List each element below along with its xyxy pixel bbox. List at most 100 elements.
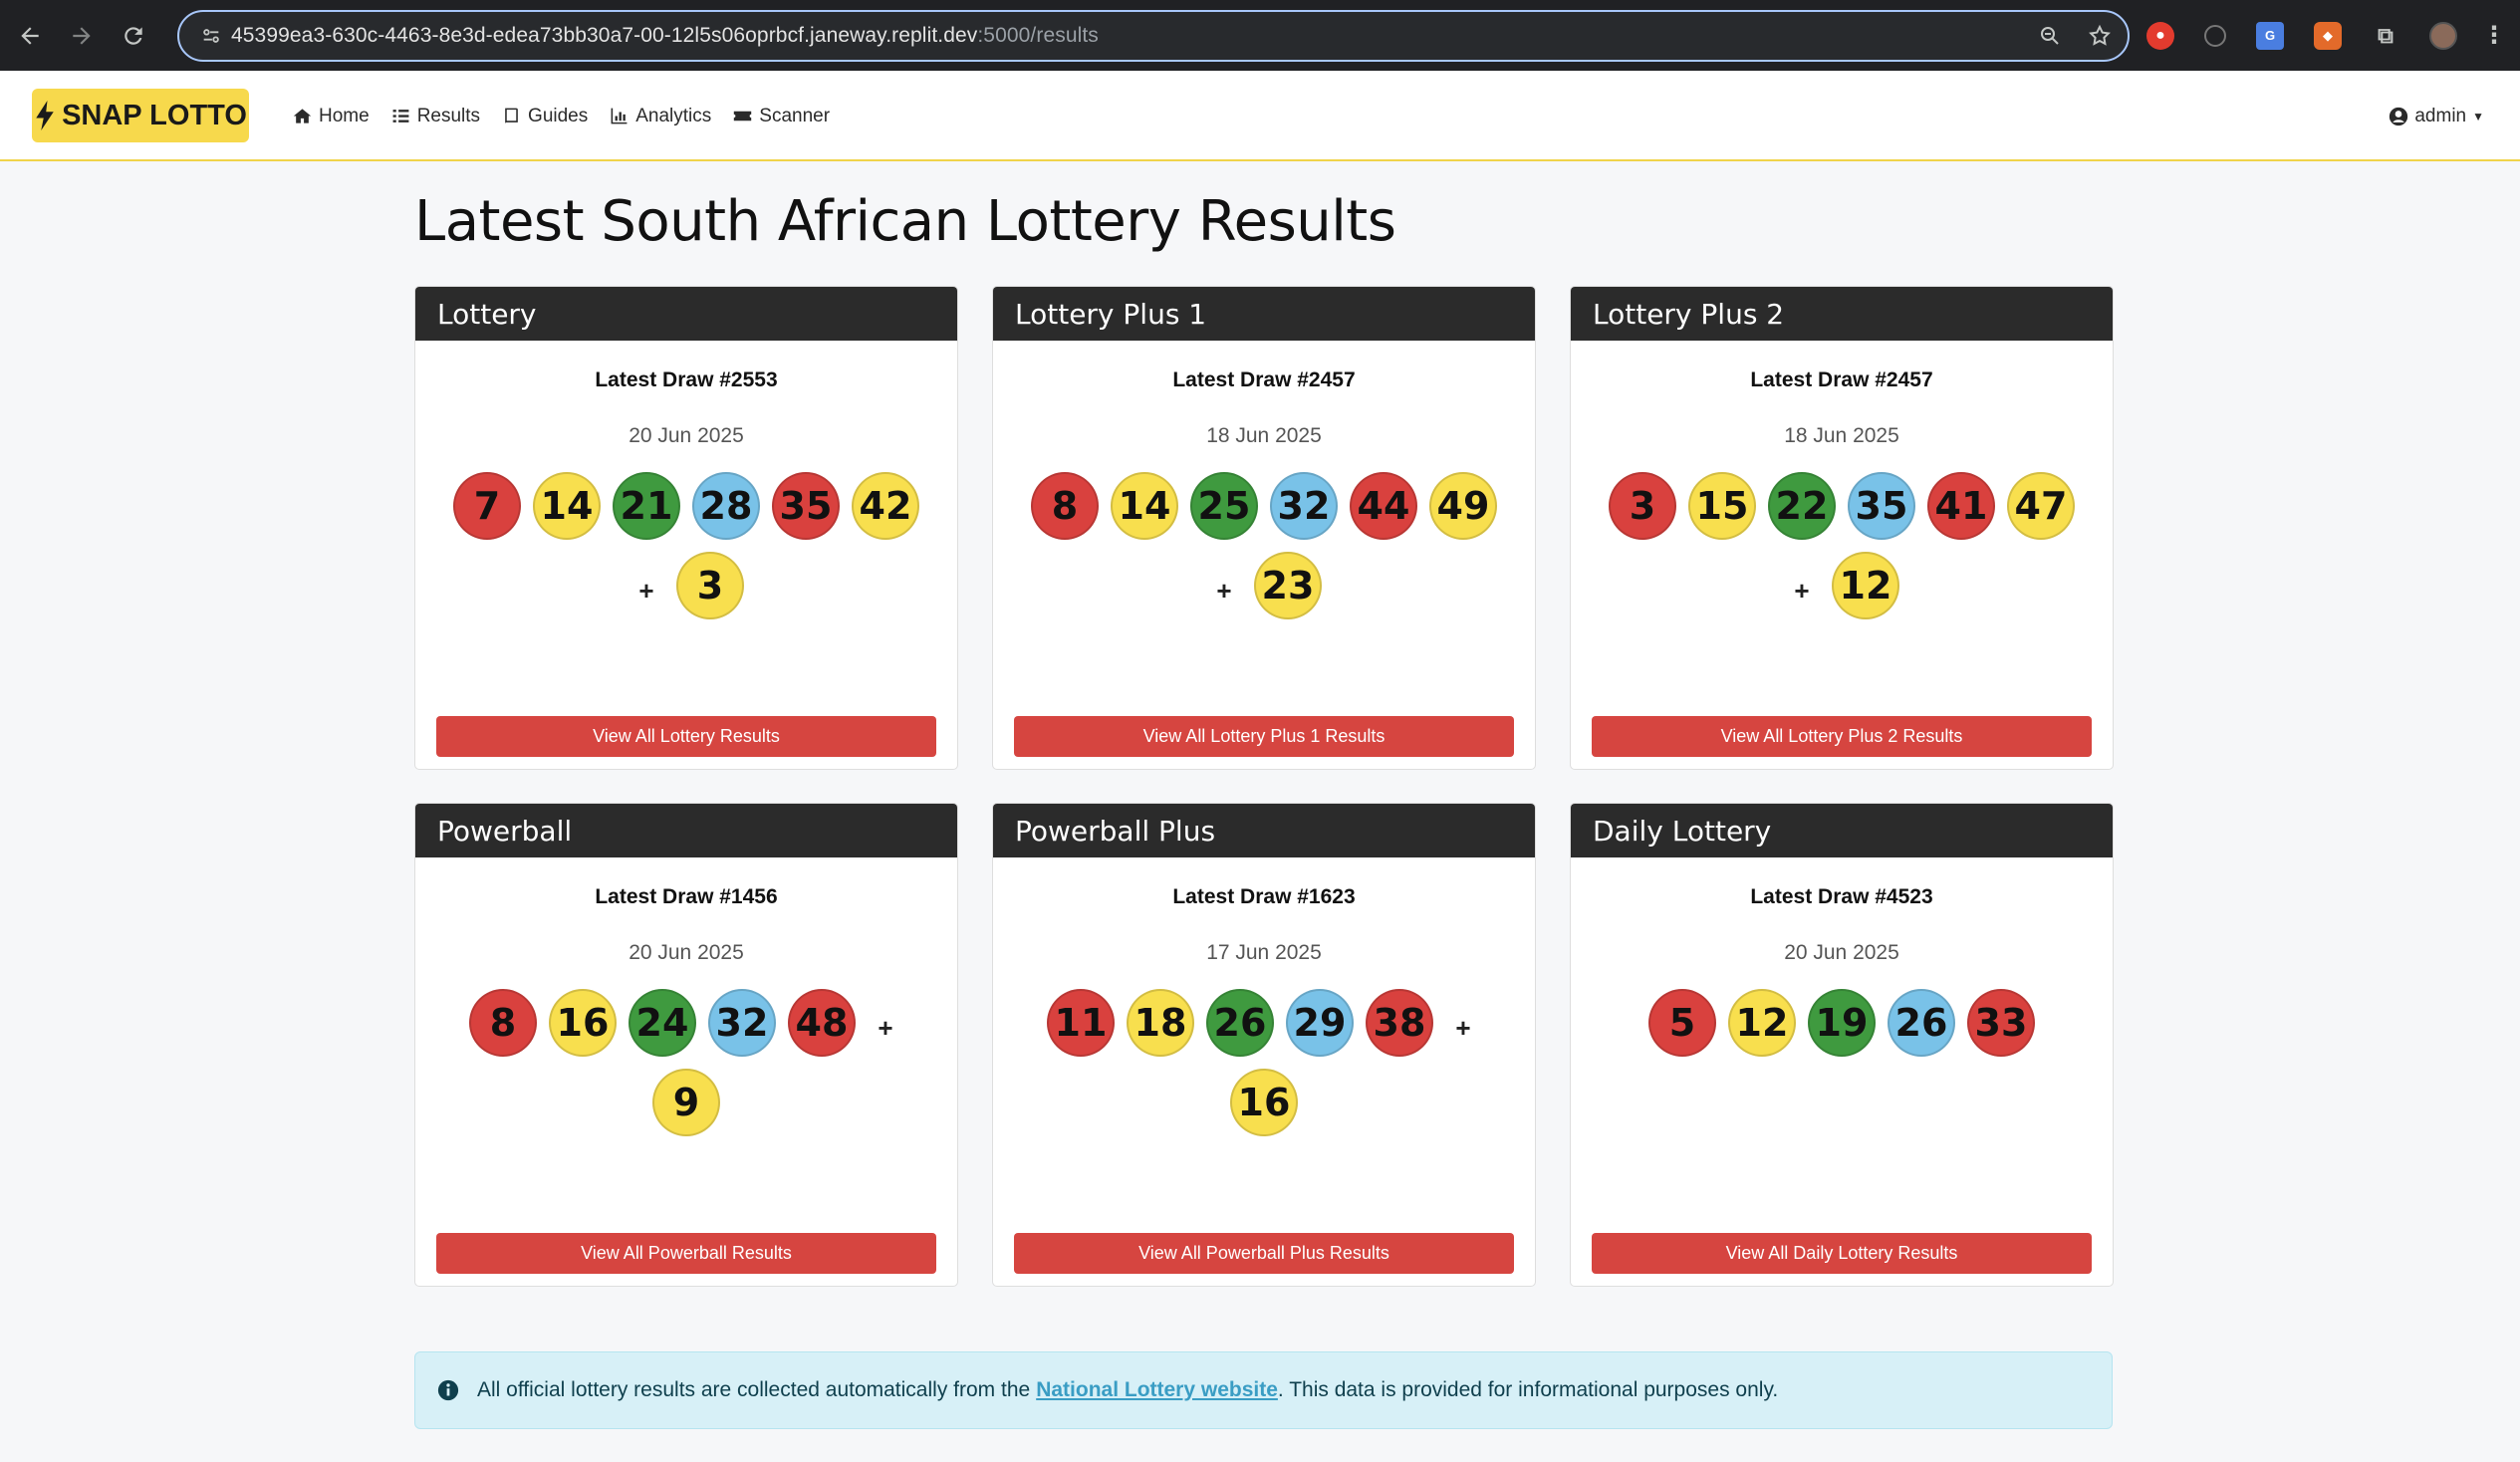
draw-number: Latest Draw #2457 [1750, 368, 1933, 391]
national-lottery-link[interactable]: National Lottery website [1036, 1378, 1278, 1402]
lottery-ball: 14 [533, 472, 601, 540]
lottery-ball: 44 [1350, 472, 1417, 540]
profile-avatar[interactable] [2429, 21, 2457, 50]
lottery-ball: 12 [1728, 989, 1796, 1057]
menu-dots-icon[interactable]: ⋮ [2482, 22, 2506, 50]
lottery-ball: 14 [1111, 472, 1178, 540]
lottery-ball: 28 [692, 472, 760, 540]
lottery-ball: 16 [549, 989, 617, 1057]
ticket-icon [734, 111, 752, 122]
lottery-ball: 21 [613, 472, 680, 540]
draw-number: Latest Draw #1623 [1172, 885, 1356, 908]
bonus-plus-sign: + [878, 1012, 893, 1043]
view-results-button[interactable]: View All Daily Lottery Results [1592, 1233, 2092, 1274]
user-menu[interactable]: admin ▼ [2389, 71, 2484, 161]
bookmark-star-icon[interactable] [2088, 24, 2112, 48]
bonus-plus-sign: + [1794, 575, 1810, 606]
back-button[interactable] [8, 14, 52, 58]
lottery-ball: 22 [1768, 472, 1836, 540]
reload-button[interactable] [112, 14, 155, 58]
card-title: Daily Lottery [1571, 804, 2113, 857]
brand-text: SNAP LOTTO [62, 99, 247, 131]
lottery-ball: 3 [1609, 472, 1676, 540]
draw-number: Latest Draw #1456 [595, 885, 778, 908]
draw-number: Latest Draw #2457 [1172, 368, 1356, 391]
result-card: Lottery Plus 2 Latest Draw #2457 18 Jun … [1570, 286, 2114, 770]
lottery-ball: 26 [1888, 989, 1955, 1057]
lottery-ball: 32 [1270, 472, 1338, 540]
site-settings-icon[interactable] [191, 25, 231, 47]
bonus-ball: 12 [1832, 552, 1899, 619]
chart-icon [611, 108, 628, 124]
view-results-button[interactable]: View All Lottery Results [436, 716, 936, 757]
lottery-ball: 24 [629, 989, 696, 1057]
card-title: Powerball [415, 804, 957, 857]
nav-home-label: Home [319, 105, 370, 126]
lottery-ball: 7 [453, 472, 521, 540]
extension-red-icon[interactable]: ● [2146, 21, 2174, 50]
lottery-ball: 29 [1286, 989, 1354, 1057]
fox-extension-icon[interactable]: ◆ [2314, 21, 2342, 50]
app-navbar: SNAP LOTTO Home Results Guides Analytics… [0, 71, 2520, 161]
ball-row: 7 14 21 28 35 42 +3 [415, 472, 957, 619]
translate-extension-icon[interactable]: G [2256, 21, 2284, 50]
lottery-ball: 18 [1127, 989, 1194, 1057]
lottery-ball: 19 [1808, 989, 1876, 1057]
lottery-ball: 32 [708, 989, 776, 1057]
user-circle-icon [2390, 107, 2408, 125]
draw-date: 20 Jun 2025 [629, 424, 744, 447]
lottery-ball: 5 [1648, 989, 1716, 1057]
url-text: 45399ea3-630c-4463-8e3d-edea73bb30a7-00-… [231, 24, 1099, 47]
nav-guides[interactable]: Guides [502, 106, 588, 127]
view-results-button[interactable]: View All Powerball Results [436, 1233, 936, 1274]
lottery-ball: 41 [1927, 472, 1995, 540]
brand-logo[interactable]: SNAP LOTTO [32, 89, 249, 142]
lottery-ball: 33 [1967, 989, 2035, 1057]
zoom-icon[interactable] [2038, 24, 2062, 48]
info-text-suffix: . This data is provided for informationa… [1277, 1378, 1779, 1401]
result-card: Powerball Latest Draw #1456 20 Jun 2025 … [414, 803, 958, 1287]
bonus-plus-sign: + [1216, 575, 1232, 606]
result-card: Powerball Plus Latest Draw #1623 17 Jun … [992, 803, 1536, 1287]
lottery-ball: 11 [1047, 989, 1115, 1057]
nav-guides-label: Guides [528, 105, 589, 126]
lottery-ball: 49 [1429, 472, 1497, 540]
view-results-button[interactable]: View All Lottery Plus 1 Results [1014, 716, 1514, 757]
draw-date: 18 Jun 2025 [1784, 424, 1899, 447]
bonus-ball: 9 [652, 1069, 720, 1136]
extension-circle-icon[interactable] [2204, 24, 2226, 47]
ball-row: 3 15 22 35 41 47 +12 [1571, 472, 2113, 619]
book-icon [505, 108, 518, 124]
address-bar[interactable]: 45399ea3-630c-4463-8e3d-edea73bb30a7-00-… [177, 10, 2130, 62]
lottery-ball: 35 [772, 472, 840, 540]
card-title: Lottery [415, 287, 957, 341]
browser-toolbar: 45399ea3-630c-4463-8e3d-edea73bb30a7-00-… [0, 0, 2520, 71]
page-title: Latest South African Lottery Results [414, 189, 1396, 254]
view-results-button[interactable]: View All Lottery Plus 2 Results [1592, 716, 2092, 757]
nav-home[interactable]: Home [293, 106, 370, 127]
ball-row: 11 18 26 29 38 +16 [993, 989, 1535, 1136]
nav-analytics[interactable]: Analytics [610, 106, 711, 127]
bonus-ball: 3 [676, 552, 744, 619]
result-card: Lottery Latest Draw #2553 20 Jun 2025 71… [414, 286, 958, 770]
bonus-plus-sign: + [638, 575, 654, 606]
caret-down-icon: ▼ [2472, 109, 2484, 123]
lottery-ball: 42 [852, 472, 919, 540]
nav-scanner-label: Scanner [759, 105, 831, 126]
reload-icon [125, 26, 142, 45]
ball-row: 5 12 19 26 33 [1571, 989, 2113, 1057]
view-results-button[interactable]: View All Powerball Plus Results [1014, 1233, 1514, 1274]
bonus-plus-sign: + [1455, 1012, 1471, 1043]
home-icon [293, 109, 312, 123]
lottery-ball: 25 [1190, 472, 1258, 540]
nav-results[interactable]: Results [391, 106, 480, 127]
nav-scanner[interactable]: Scanner [733, 106, 830, 127]
draw-date: 17 Jun 2025 [1206, 941, 1322, 964]
card-title: Lottery Plus 2 [1571, 287, 2113, 341]
user-name: admin [2414, 105, 2467, 126]
nav-analytics-label: Analytics [635, 105, 712, 126]
forward-button[interactable] [60, 14, 104, 58]
extensions-puzzle-icon[interactable]: ⧉ [2372, 22, 2399, 50]
lightning-icon [36, 101, 54, 130]
bonus-ball: 23 [1254, 552, 1322, 619]
